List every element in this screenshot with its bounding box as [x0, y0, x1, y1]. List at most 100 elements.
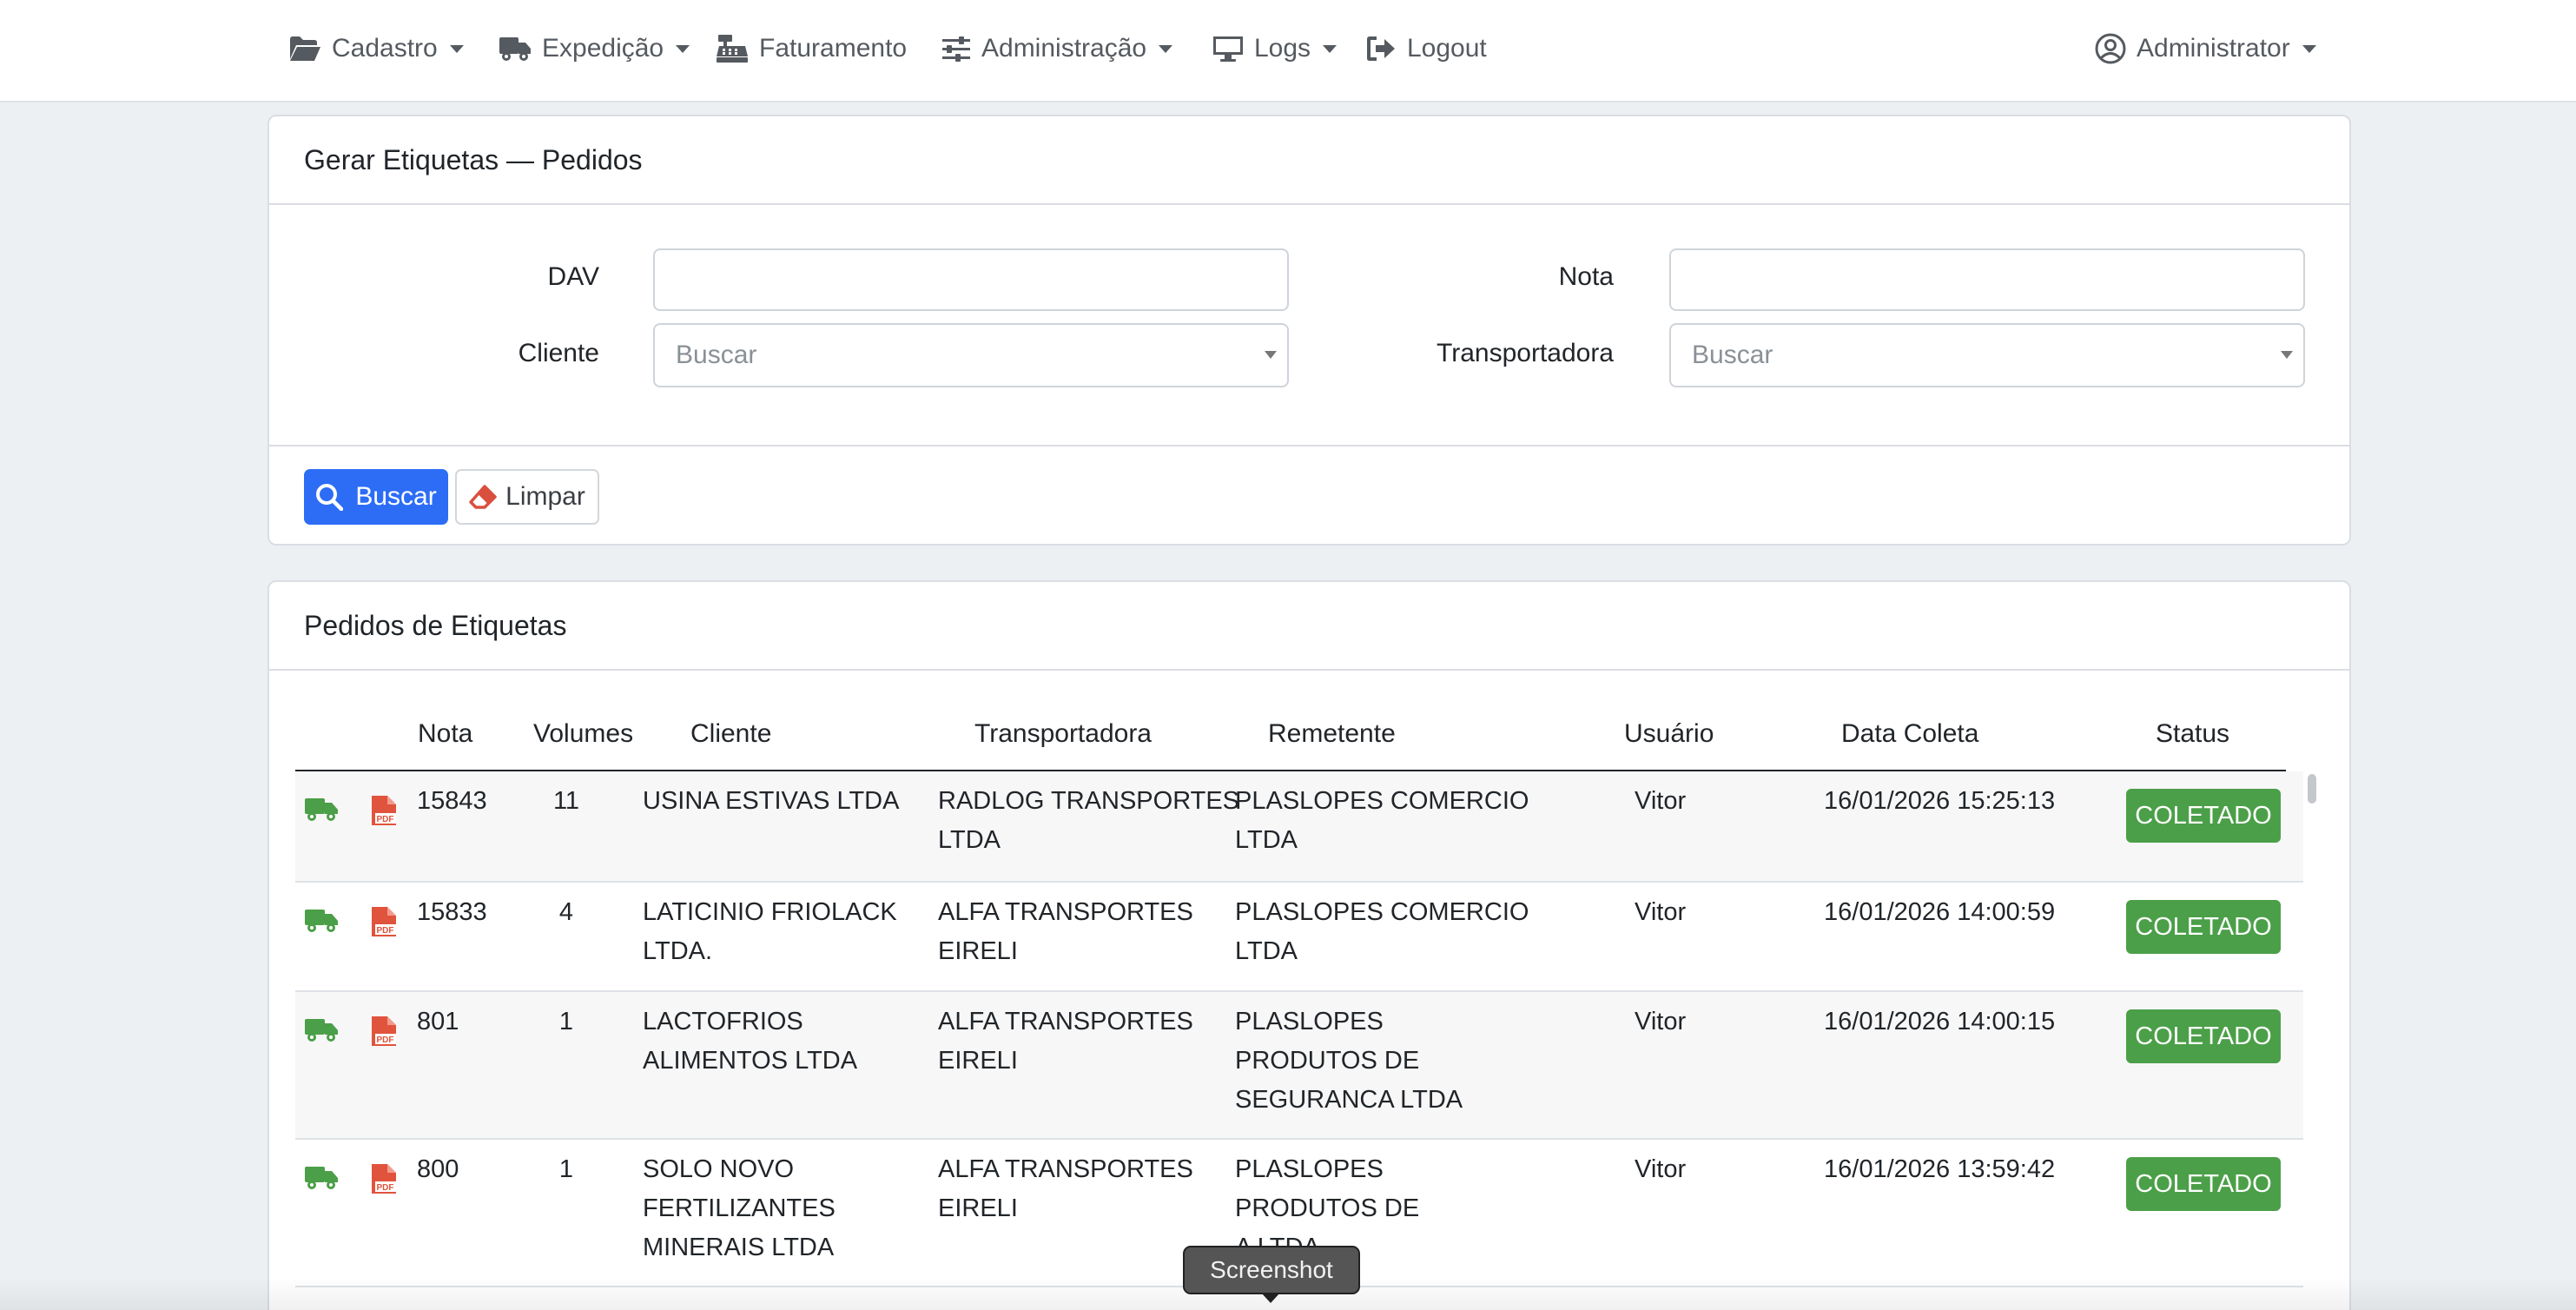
cell-remetente-line: PRODUTOS DE: [1235, 1047, 1420, 1075]
cell-transportadora: ALFA TRANSPORTES EIRELI: [938, 1002, 1193, 1081]
buscar-label: Buscar: [355, 482, 437, 511]
cell-data-coleta: 16/01/2026 13:59:42: [1824, 1155, 2056, 1183]
nav-cadastro[interactable]: Cadastro: [288, 0, 464, 97]
col-remetente[interactable]: Remetente: [1268, 719, 1396, 749]
nav-administracao[interactable]: Administração: [941, 0, 1173, 97]
user-menu[interactable]: Administrator: [2095, 0, 2316, 97]
nav-expedicao[interactable]: Expedição: [499, 0, 690, 97]
search-card-title: Gerar Etiquetas — Pedidos: [269, 116, 2349, 205]
cell-cliente-line: LACTOFRIOS: [643, 1008, 803, 1035]
col-nota[interactable]: Nota: [418, 719, 472, 749]
cell-transportadora: ALFA TRANSPORTES EIRELI: [938, 893, 1193, 971]
nav-expedicao-label: Expedição: [542, 34, 664, 63]
search-icon: [316, 484, 344, 511]
nav-logs-label: Logs: [1254, 34, 1311, 63]
limpar-button[interactable]: Limpar: [455, 469, 599, 525]
cell-cliente-line: ALIMENTOS LTDA: [643, 1047, 858, 1075]
cliente-select[interactable]: Buscar: [653, 323, 1289, 387]
cell-transportadora-line: ALFA TRANSPORTES: [938, 898, 1193, 926]
col-usuario[interactable]: Usuário: [1624, 719, 1714, 749]
transportadora-select[interactable]: Buscar: [1669, 323, 2305, 387]
truck-icon[interactable]: [304, 796, 339, 826]
top-navbar: Cadastro Expedição Faturamento Administr…: [0, 0, 2576, 103]
cliente-placeholder: Buscar: [676, 341, 757, 369]
table-row: PDF 15843 11 USINA ESTIVAS LTDA RADLOG TRANS…: [295, 771, 2303, 883]
table-scrollbar-thumb[interactable]: [2308, 774, 2316, 804]
cell-cliente-line: FERTILIZANTES: [643, 1194, 836, 1222]
col-data-coleta[interactable]: Data Coleta: [1841, 719, 1978, 749]
cell-remetente-line: LTDA: [1235, 826, 1298, 854]
eraser-icon: [469, 485, 497, 509]
cell-transportadora: RADLOG TRANSPORTES LTDA: [938, 782, 1239, 860]
user-circle-icon: [2095, 33, 2126, 64]
pdf-icon[interactable]: PDF: [370, 905, 398, 943]
cell-data-coleta: 16/01/2026 15:25:13: [1824, 787, 2056, 815]
svg-text:PDF: PDF: [377, 1183, 394, 1193]
col-cliente[interactable]: Cliente: [690, 719, 771, 749]
nota-label: Nota: [1558, 262, 1614, 291]
cell-transportadora-line: RADLOG TRANSPORTES: [938, 787, 1240, 815]
col-status[interactable]: Status: [2156, 719, 2229, 749]
nav-logout-label: Logout: [1407, 34, 1487, 63]
truck-icon[interactable]: [304, 1016, 339, 1047]
cell-cliente: SOLO NOVO FERTILIZANTES MINERAIS LTDA: [643, 1150, 836, 1267]
dav-input[interactable]: [653, 248, 1289, 311]
col-transportadora[interactable]: Transportadora: [974, 719, 1152, 749]
nav-cadastro-label: Cadastro: [332, 34, 438, 63]
cell-transportadora-line: EIRELI: [938, 1047, 1018, 1075]
cell-cliente: LACTOFRIOS ALIMENTOS LTDA: [643, 1002, 857, 1081]
cell-remetente-line: PRODUTOS DE: [1235, 1194, 1420, 1222]
cell-transportadora: ALFA TRANSPORTES EIRELI: [938, 1150, 1193, 1228]
transportadora-placeholder: Buscar: [1692, 341, 1773, 369]
cell-transportadora-line: LTDA: [938, 826, 1001, 854]
cell-transportadora-line: ALFA TRANSPORTES: [938, 1155, 1193, 1183]
svg-text:PDF: PDF: [377, 926, 394, 936]
cell-remetente-line: PLASLOPES COMERCIO: [1235, 898, 1529, 926]
nav-administracao-label: Administração: [981, 34, 1147, 63]
nav-logs[interactable]: Logs: [1212, 0, 1338, 97]
transportadora-label: Transportadora: [1437, 339, 1614, 367]
chevron-down-icon: [1323, 44, 1338, 53]
cell-remetente: PLASLOPES COMERCIO LTDA: [1235, 782, 1529, 860]
cell-nota: 800: [417, 1155, 459, 1183]
table-row: PDF 15833 4 LATICINIO FRIOLACK LTDA. ALFA TRA…: [295, 883, 2303, 992]
chevron-down-icon: [1265, 351, 1277, 359]
chevron-down-icon: [2281, 351, 2293, 359]
truck-icon[interactable]: [304, 1164, 339, 1194]
cell-transportadora-line: EIRELI: [938, 1194, 1018, 1222]
tooltip-arrow: [1261, 1293, 1280, 1303]
cell-nota: 15833: [417, 898, 487, 926]
cell-nota: 801: [417, 1008, 459, 1035]
cell-usuario: Vitor: [1635, 1008, 1687, 1035]
cell-cliente-line: MINERAIS LTDA: [643, 1234, 835, 1261]
cliente-label: Cliente: [518, 339, 599, 367]
cell-transportadora-line: ALFA TRANSPORTES: [938, 1008, 1193, 1035]
chevron-down-icon: [449, 44, 464, 53]
pdf-icon[interactable]: PDF: [370, 794, 398, 831]
cell-data-coleta: 16/01/2026 14:00:59: [1824, 898, 2056, 926]
user-menu-label: Administrator: [2137, 34, 2290, 63]
cell-remetente-line: PLASLOPES COMERCIO: [1235, 787, 1529, 815]
cell-nota: 15843: [417, 787, 487, 815]
pdf-icon[interactable]: PDF: [370, 1162, 398, 1200]
sliders-icon: [942, 36, 970, 62]
truck-icon[interactable]: [304, 907, 339, 937]
nav-faturamento[interactable]: Faturamento: [716, 0, 907, 97]
cell-remetente-line: PLASLOPES: [1235, 1155, 1384, 1183]
monitor-icon: [1213, 36, 1243, 62]
buscar-button[interactable]: Buscar: [304, 469, 448, 525]
status-badge: COLETADO: [2126, 1157, 2281, 1211]
nota-input[interactable]: [1669, 248, 2305, 311]
chevron-down-icon: [1159, 44, 1173, 53]
search-card: Gerar Etiquetas — Pedidos DAV Nota Clien…: [268, 115, 2351, 546]
pdf-icon[interactable]: PDF: [370, 1015, 398, 1052]
col-volumes[interactable]: Volumes: [533, 719, 633, 749]
cell-volumes: 1: [558, 1008, 574, 1035]
table-row: PDF 801 1 LACTOFRIOS ALIMENTOS LTDA ALFA TRAN…: [295, 992, 2303, 1140]
status-badge: COLETADO: [2126, 1009, 2281, 1063]
table-scrollbar[interactable]: [2303, 771, 2319, 1310]
cell-volumes: 11: [552, 787, 580, 815]
nav-logout[interactable]: Logout: [1365, 0, 1487, 97]
dav-label: DAV: [547, 262, 599, 291]
cell-remetente: PLASLOPES PRODUTOS DE SEGURANCA LTDA: [1235, 1002, 1463, 1120]
